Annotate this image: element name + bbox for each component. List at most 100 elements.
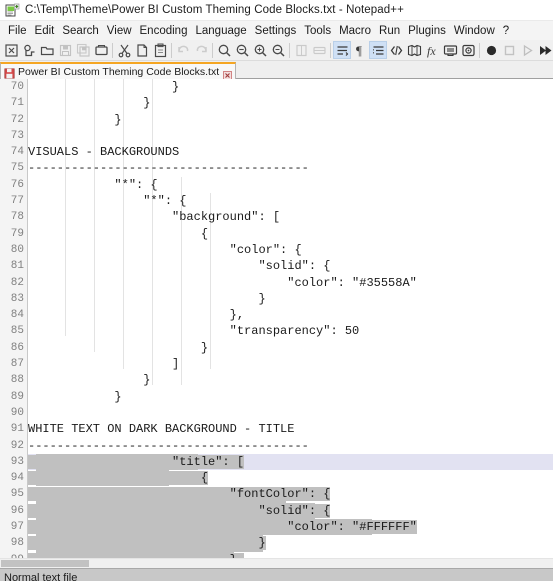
menu-settings[interactable]: Settings [251, 25, 301, 37]
code-line: VISUALS - BACKGROUNDS [28, 145, 180, 160]
toolbar: ¶ fx [0, 40, 553, 61]
folder-workspace-icon[interactable] [441, 41, 459, 59]
line-number: 93 [10, 455, 24, 468]
line-number-gutter: 70 71 72 73 74 75 76 77 78 79 80 81 82 8… [0, 79, 28, 568]
line-number: 77 [10, 195, 24, 208]
code-editor[interactable]: 70 71 72 73 74 75 76 77 78 79 80 81 82 8… [0, 79, 553, 568]
menu-edit[interactable]: Edit [31, 25, 59, 37]
function-list-icon[interactable]: fx [423, 41, 441, 59]
line-number: 94 [10, 472, 24, 485]
open-file-icon[interactable] [20, 41, 38, 59]
menu-run[interactable]: Run [375, 25, 404, 37]
line-number: 74 [10, 146, 24, 159]
menu-tools[interactable]: Tools [300, 25, 335, 37]
paste-icon[interactable] [151, 41, 169, 59]
sync-vertical-icon[interactable] [292, 41, 310, 59]
code-line: } [28, 80, 180, 94]
indent-guide-icon[interactable] [369, 41, 387, 59]
line-number: 78 [10, 211, 24, 224]
run-multiple-icon[interactable] [536, 41, 553, 59]
line-number: 87 [10, 358, 24, 371]
code-line: } [28, 112, 122, 127]
tabbar: Power BI Custom Theming Code Blocks.txt [0, 61, 553, 80]
horizontal-scrollbar-thumb[interactable] [1, 560, 89, 567]
play-macro-icon[interactable] [518, 41, 536, 59]
line-number: 79 [10, 227, 24, 240]
line-number: 92 [10, 439, 24, 452]
redo-icon[interactable] [192, 41, 210, 59]
menu-plugins[interactable]: Plugins [404, 25, 450, 37]
line-number: 89 [10, 390, 24, 403]
menu-window[interactable]: Window [450, 25, 499, 37]
replace-icon[interactable] [233, 41, 251, 59]
line-number: 88 [10, 374, 24, 387]
code-line: "transparency": 50 [28, 324, 360, 339]
toolbar-separator [171, 42, 172, 58]
line-number: 84 [10, 309, 24, 322]
line-number: 85 [10, 325, 24, 338]
notepad-plus-plus-window: C:\Temp\Theme\Power BI Custom Theming Co… [0, 0, 553, 581]
close-icon[interactable] [223, 67, 233, 80]
line-number: 80 [10, 243, 24, 256]
zoom-in-icon[interactable] [251, 41, 269, 59]
horizontal-scrollbar[interactable] [0, 558, 553, 568]
save-all-icon[interactable] [74, 41, 92, 59]
pilcrow-icon[interactable]: ¶ [351, 41, 369, 59]
code-line: "*": { [28, 177, 158, 192]
toolbar-separator [289, 42, 290, 58]
user-defined-language-icon[interactable] [387, 41, 405, 59]
menu-help[interactable]: ? [499, 25, 513, 37]
word-wrap-icon[interactable] [333, 41, 351, 59]
line-number: 97 [10, 521, 24, 534]
code-line: ] [28, 357, 180, 372]
menu-encoding[interactable]: Encoding [136, 25, 192, 37]
notepad-plus-plus-icon [5, 3, 20, 18]
open-folder-icon[interactable] [38, 41, 56, 59]
titlebar: C:\Temp\Theme\Power BI Custom Theming Co… [0, 0, 553, 21]
copy-icon[interactable] [133, 41, 151, 59]
save-icon[interactable] [56, 41, 74, 59]
menu-macro[interactable]: Macro [335, 25, 375, 37]
line-number: 95 [10, 488, 24, 501]
svg-text:fx: fx [427, 44, 436, 58]
menu-language[interactable]: Language [191, 25, 250, 37]
zoom-out-icon[interactable] [269, 41, 287, 59]
code-line: } [28, 291, 266, 306]
window-title: C:\Temp\Theme\Power BI Custom Theming Co… [25, 4, 404, 16]
menu-search[interactable]: Search [58, 25, 102, 37]
find-icon[interactable] [215, 41, 233, 59]
code-line: "fontColor": { [28, 487, 331, 502]
code-line: } [28, 96, 151, 111]
code-text-area[interactable]: } } } VISUALS - BACKGROUNDS ------------… [28, 79, 553, 568]
tab-power-bi-custom-theming-code-blocks[interactable]: Power BI Custom Theming Code Blocks.txt [0, 62, 237, 80]
undo-icon[interactable] [174, 41, 192, 59]
monitoring-icon[interactable] [459, 41, 477, 59]
status-file-type: Normal text file [4, 572, 78, 581]
menu-file[interactable]: File [4, 25, 31, 37]
code-line: "background": [ [28, 210, 281, 225]
code-line: "*": { [28, 194, 187, 209]
menubar: File Edit Search View Encoding Language … [0, 21, 553, 40]
code-line: } [28, 340, 209, 355]
code-line: "color": { [28, 242, 302, 257]
document-map-icon[interactable] [405, 41, 423, 59]
line-number: 90 [10, 406, 24, 419]
line-number: 98 [10, 537, 24, 550]
code-line: "color": "#FFFFFF" [28, 520, 417, 535]
cut-icon[interactable] [115, 41, 133, 59]
code-line: WHITE TEXT ON DARK BACKGROUND - TITLE [28, 422, 295, 437]
code-line: --------------------------------------- [28, 438, 309, 453]
saved-document-icon [4, 66, 15, 79]
record-macro-icon[interactable] [482, 41, 500, 59]
close-file-icon[interactable] [92, 41, 110, 59]
line-number: 73 [10, 129, 24, 142]
line-number: 96 [10, 504, 24, 517]
stop-macro-icon[interactable] [500, 41, 518, 59]
code-line: } [28, 389, 122, 404]
sync-horizontal-icon[interactable] [310, 41, 328, 59]
new-file-icon[interactable] [2, 41, 20, 59]
tab-label: Power BI Custom Theming Code Blocks.txt [18, 65, 220, 78]
menu-view[interactable]: View [103, 25, 136, 37]
